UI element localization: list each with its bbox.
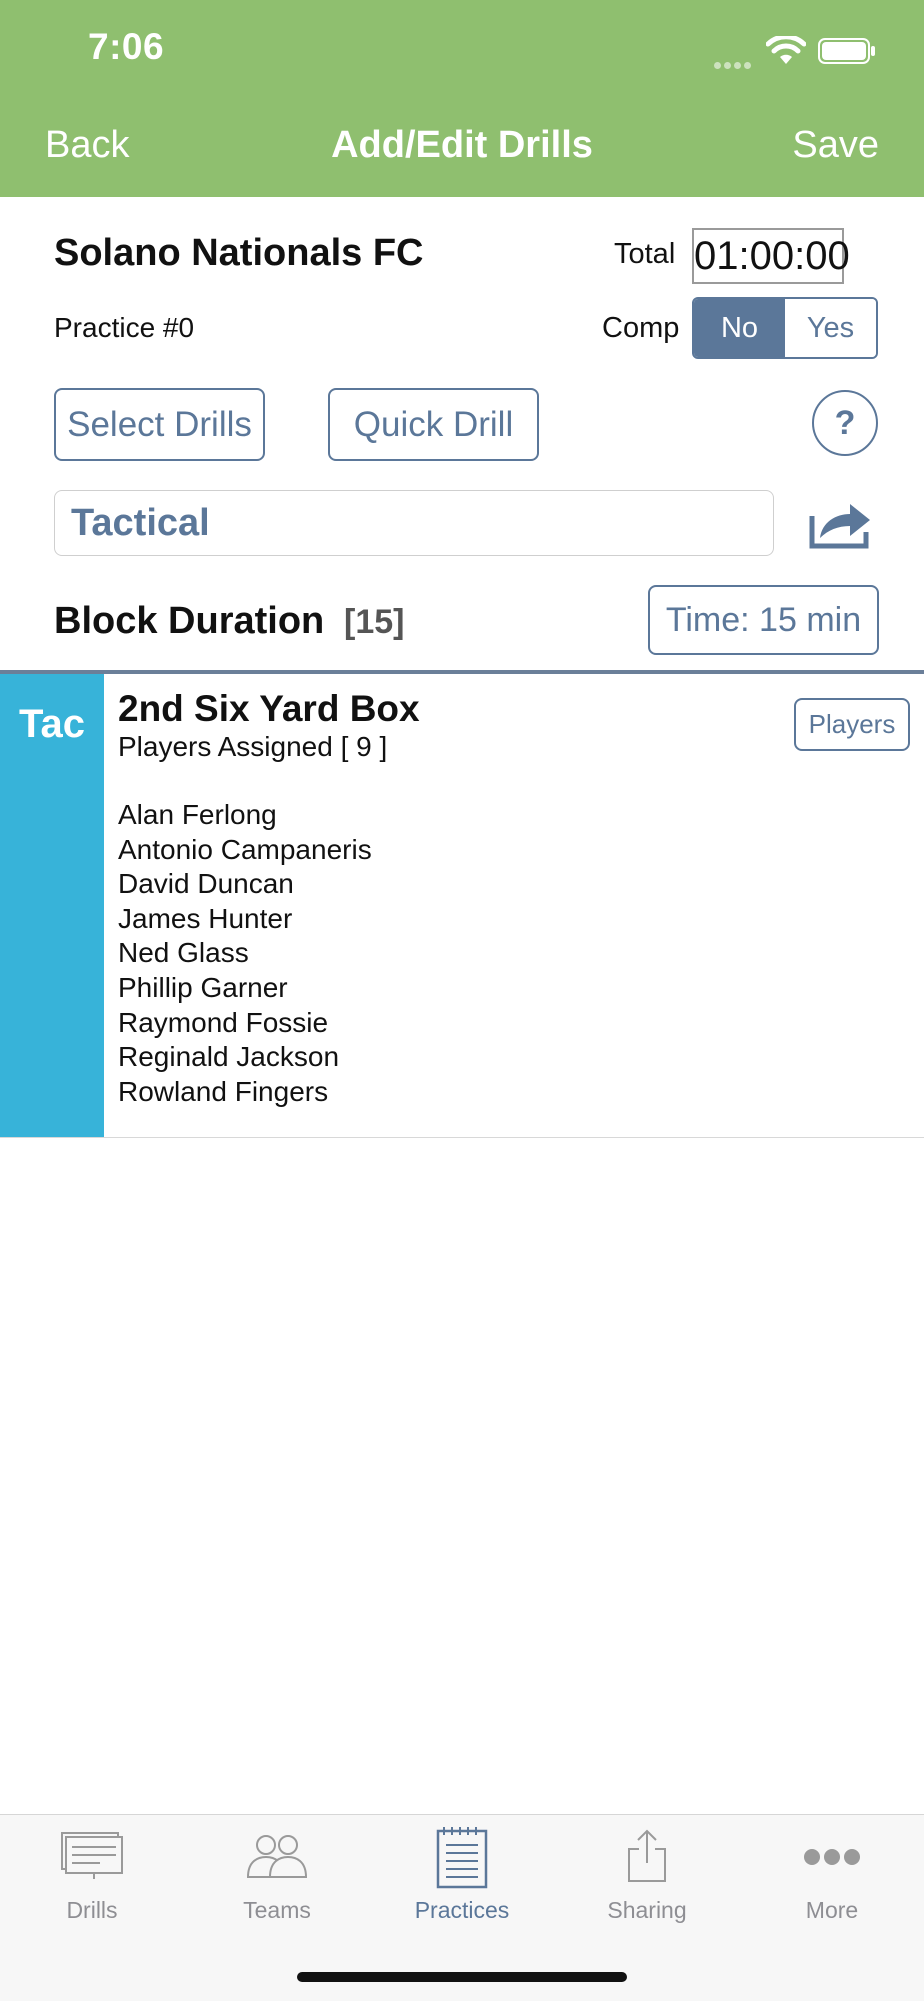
team-name: Solano Nationals FC [54,232,424,274]
category-field[interactable]: Tactical [54,490,774,556]
select-drills-button[interactable]: Select Drills [54,388,265,461]
home-indicator [297,1972,627,1982]
player-name: David Duncan [118,868,294,900]
tab-more[interactable]: More [740,1815,924,1935]
drill-row[interactable]: Tac 2nd Six Yard Box Players Assigned [ … [0,674,924,1138]
player-name: Reginald Jackson [118,1041,340,1073]
total-time-field[interactable]: 01:00:00 [692,228,850,284]
page-title: Add/Edit Drills [331,124,593,166]
tab-practices[interactable]: Practices [370,1815,554,1935]
comp-label: Comp [602,312,680,344]
player-name: Ned Glass [118,937,249,969]
player-list: Alan Ferlong Antonio Campaneris David Du… [118,798,372,1109]
player-name: Alan Ferlong [118,799,277,830]
teams-icon [246,1835,308,1878]
tab-drills[interactable]: Drills [0,1815,184,1935]
tab-sharing[interactable]: Sharing [555,1815,739,1935]
save-button[interactable]: Save [792,124,879,167]
share-icon[interactable] [808,498,874,550]
help-button[interactable]: ? [812,390,878,456]
total-label: Total [614,238,676,270]
player-name: Phillip Garner [118,971,288,1003]
wifi-icon [766,36,806,64]
top-bar: 7:06 Back Add/Edit Drills Save [0,0,924,197]
drill-title: 2nd Six Yard Box [118,688,420,729]
cellular-signal-icon [714,56,754,74]
comp-no-option[interactable]: No [694,299,785,357]
players-button[interactable]: Players [794,698,910,751]
tab-label: Practices [414,1897,510,1923]
tab-label: More [805,1897,859,1923]
battery-icon [818,38,875,64]
tab-label: Sharing [607,1897,687,1923]
practices-icon [436,1827,488,1889]
block-duration-value: [15] [344,603,405,641]
player-name: Rowland Fingers [118,1075,329,1107]
player-name: Antonio Campaneris [118,833,372,865]
drills-icon [61,1832,123,1879]
players-assigned-count: Players Assigned [ 9 ] [118,731,388,762]
practice-number: Practice #0 [54,312,195,343]
share-icon [628,1829,666,1882]
block-duration-label: Block Duration [54,600,325,642]
tab-teams[interactable]: Teams [185,1815,369,1935]
drill-category-tag-label: Tac [19,702,85,746]
tab-label: Teams [243,1897,311,1923]
more-icon [804,1849,860,1865]
drill-category-tag: Tac [0,674,104,1137]
tab-label: Drills [66,1897,118,1923]
comp-yes-option[interactable]: Yes [785,299,876,357]
quick-drill-button[interactable]: Quick Drill [328,388,539,461]
time-button[interactable]: Time: 15 min [648,585,879,655]
status-time: 7:06 [88,26,165,67]
comp-segmented-control[interactable]: No Yes [692,297,878,359]
player-name: Raymond Fossie [118,1006,329,1038]
player-name: James Hunter [118,902,293,934]
